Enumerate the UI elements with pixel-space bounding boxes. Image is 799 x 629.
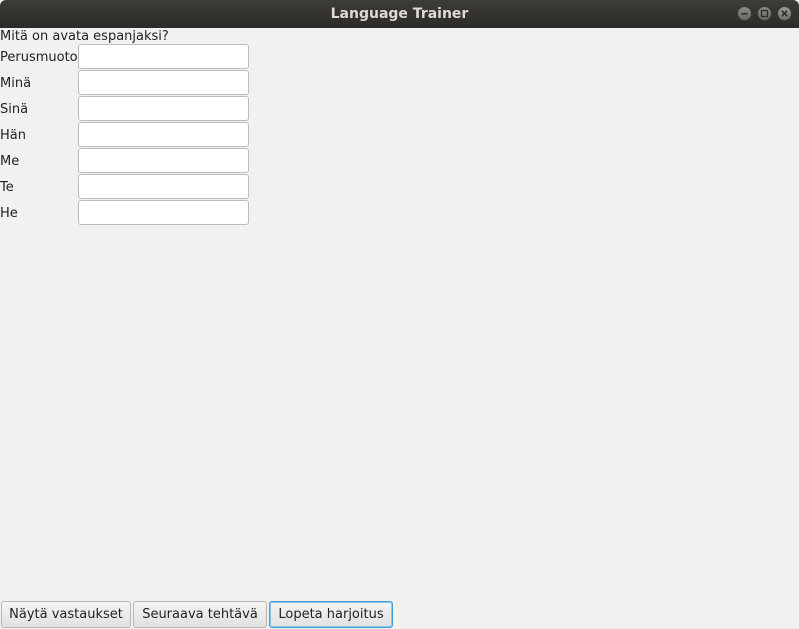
mina-input[interactable] <box>78 70 249 95</box>
label-sina: Sinä <box>0 102 29 117</box>
end-exercise-button[interactable]: Lopeta harjoitus <box>269 601 393 628</box>
label-te: Te <box>0 180 14 195</box>
me-input[interactable] <box>78 148 249 173</box>
han-input[interactable] <box>78 122 249 147</box>
he-input[interactable] <box>78 200 249 225</box>
label-perusmuoto: Perusmuoto <box>0 50 78 65</box>
sina-input[interactable] <box>78 96 249 121</box>
close-icon <box>781 10 788 17</box>
window-title: Language Trainer <box>330 6 469 22</box>
label-mina: Minä <box>0 76 32 91</box>
perusmuoto-input[interactable] <box>78 44 249 69</box>
label-me: Me <box>0 154 20 169</box>
minimize-button[interactable] <box>737 6 752 21</box>
show-answers-button[interactable]: Näytä vastaukset <box>1 601 131 628</box>
question-text: Mitä on avata espanjaksi? <box>0 29 169 44</box>
app-window: Language Trainer Mitä on avata espanjaks… <box>0 0 799 629</box>
label-he: He <box>0 206 18 221</box>
maximize-icon <box>760 9 769 18</box>
next-task-button[interactable]: Seuraava tehtävä <box>133 601 267 628</box>
close-button[interactable] <box>777 6 792 21</box>
title-bar[interactable]: Language Trainer <box>0 0 799 28</box>
exercise-panel: Mitä on avata espanjaksi? Perusmuoto Min… <box>0 28 799 629</box>
maximize-button[interactable] <box>757 6 772 21</box>
label-han: Hän <box>0 128 26 143</box>
minimize-icon <box>741 13 748 15</box>
te-input[interactable] <box>78 174 249 199</box>
